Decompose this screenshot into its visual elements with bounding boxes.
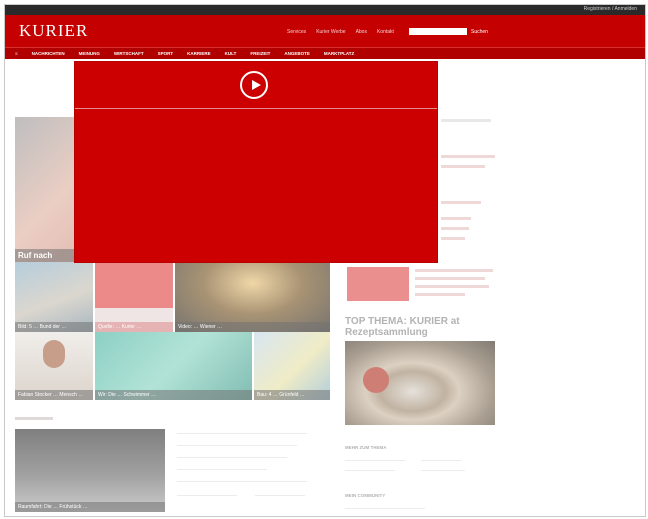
kurier-logo[interactable]: KURIER xyxy=(19,21,88,41)
header-links: Services Kurier Werbe Abos Kontakt xyxy=(287,29,394,35)
video-player-overlay[interactable] xyxy=(75,62,437,262)
search-button[interactable]: Suchen xyxy=(471,29,488,35)
player-divider xyxy=(75,108,437,109)
login-link[interactable]: Registrieren / Anmelden xyxy=(584,6,637,12)
header-link-abos[interactable]: Abos xyxy=(356,29,367,35)
nav-item-karriere[interactable]: KARRIERE xyxy=(187,51,211,56)
nav-item-meinung[interactable]: MEINUNG xyxy=(79,51,100,56)
nav-item-marktplatz[interactable]: MARKTPLATZ xyxy=(324,51,354,56)
search-input[interactable] xyxy=(409,28,467,35)
main-navigation: ≡ NACHRICHTEN MEINUNG WIRTSCHAFT SPORT K… xyxy=(5,47,645,59)
site-header: KURIER Services Kurier Werbe Abos Kontak… xyxy=(5,15,645,59)
nav-item-wirtschaft[interactable]: WIRTSCHAFT xyxy=(114,51,144,56)
header-link-werbe[interactable]: Kurier Werbe xyxy=(316,29,345,35)
nav-item-freizeit[interactable]: FREIZEIT xyxy=(250,51,270,56)
nav-item-sport[interactable]: SPORT xyxy=(158,51,174,56)
browser-page: Registrieren / Anmelden KURIER Services … xyxy=(4,4,646,517)
nav-menu-icon[interactable]: ≡ xyxy=(15,51,18,56)
nav-item-kult[interactable]: KULT xyxy=(225,51,237,56)
nav-item-nachrichten[interactable]: NACHRICHTEN xyxy=(32,51,65,56)
nav-item-angebote[interactable]: ANGEBOTE xyxy=(284,51,310,56)
header-link-kontakt[interactable]: Kontakt xyxy=(377,29,394,35)
top-utility-bar: Registrieren / Anmelden xyxy=(5,5,645,15)
header-link-services[interactable]: Services xyxy=(287,29,306,35)
play-icon[interactable] xyxy=(240,71,268,99)
